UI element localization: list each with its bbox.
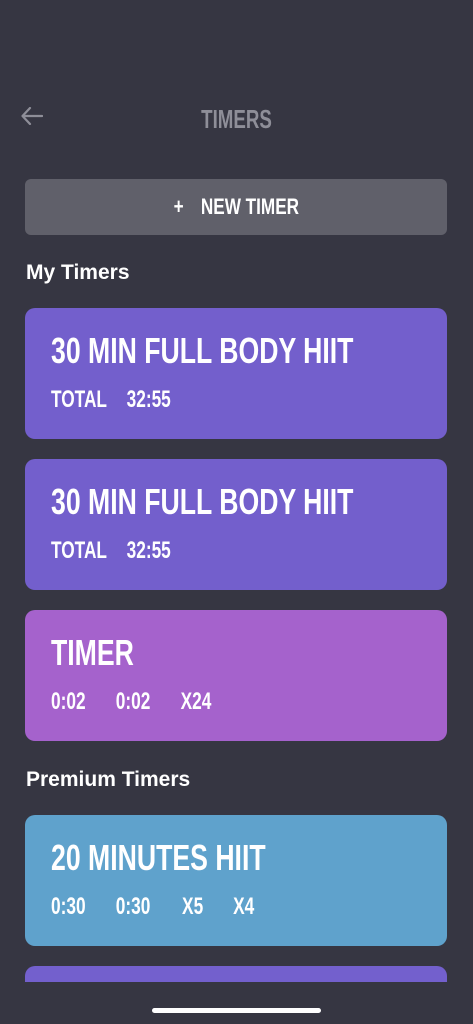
section-premium-timers: Premium Timers xyxy=(26,768,191,791)
new-timer-button[interactable]: + NEW TIMER xyxy=(25,179,447,235)
arrow-left-icon xyxy=(21,106,44,130)
home-indicator[interactable] xyxy=(152,1008,321,1013)
timer-stat: TOTAL xyxy=(51,537,107,564)
timer-stats: TOTAL 32:55 xyxy=(51,537,171,565)
page-title: TIMERS xyxy=(201,104,272,134)
timer-stat: 0:30 xyxy=(115,893,151,920)
timer-stat: 32:55 xyxy=(126,537,171,564)
timer-card[interactable]: 30 MIN FULL BODY HIIT TOTAL 32:55 xyxy=(25,459,447,590)
timer-title: TIMER xyxy=(51,632,134,673)
timer-stat: 0:30 xyxy=(51,893,86,920)
section-my-timers: My Timers xyxy=(26,261,130,284)
timer-stat: X4 xyxy=(233,893,255,920)
timer-card-partial[interactable] xyxy=(25,966,447,982)
timer-stat: 32:55 xyxy=(126,386,171,413)
premium-timer-card[interactable]: 20 MINUTES HIIT 0:30 0:30 X5 X4 xyxy=(25,815,447,946)
timer-stats: 0:02 0:02 X24 xyxy=(51,688,211,716)
timer-card[interactable]: TIMER 0:02 0:02 X24 xyxy=(25,610,447,741)
timer-stat: 0:02 xyxy=(115,688,151,715)
timers-screen: TIMERS + NEW TIMER My Timers 30 MIN FULL… xyxy=(0,0,473,1024)
plus-icon: + xyxy=(173,194,184,219)
timer-title: 20 MINUTES HIIT xyxy=(51,837,266,878)
header: TIMERS xyxy=(0,96,473,140)
timer-stat: 0:02 xyxy=(51,688,86,715)
timer-stat: TOTAL xyxy=(51,386,107,413)
timer-card[interactable]: 30 MIN FULL BODY HIIT TOTAL 32:55 xyxy=(25,308,447,439)
timer-stat: X5 xyxy=(182,893,204,920)
timer-title: 30 MIN FULL BODY HIIT xyxy=(51,481,354,522)
new-timer-label: NEW TIMER xyxy=(200,194,299,219)
timer-stat: X24 xyxy=(180,688,212,715)
timer-stats: TOTAL 32:55 xyxy=(51,386,171,414)
timer-stats: 0:30 0:30 X5 X4 xyxy=(51,893,254,921)
back-button[interactable] xyxy=(14,100,50,136)
timer-title: 30 MIN FULL BODY HIIT xyxy=(51,330,354,371)
